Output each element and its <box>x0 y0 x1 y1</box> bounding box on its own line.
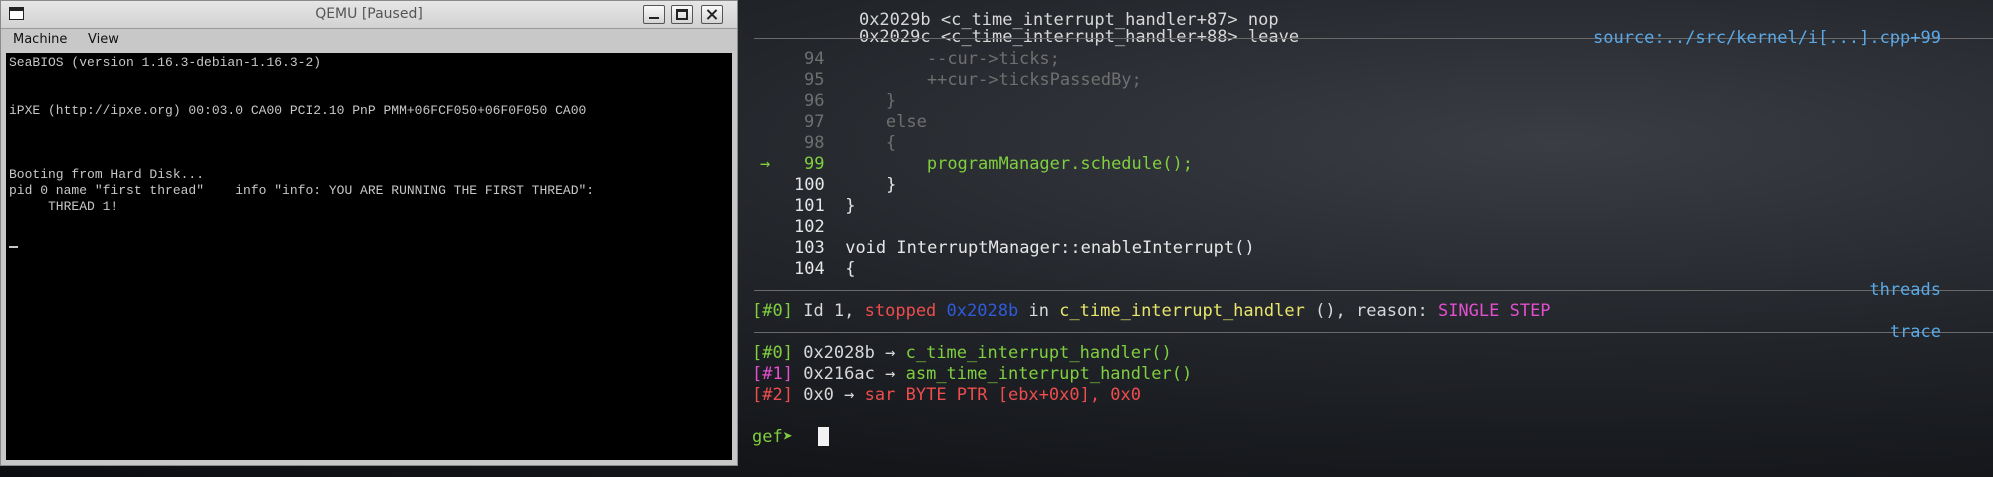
source-line-102: 102 <box>794 217 825 237</box>
thread-state: stopped <box>864 301 937 321</box>
thread-func: c_time_interrupt_handler <box>1059 301 1305 321</box>
screen-cursor <box>9 246 18 248</box>
source-line-101: 101 } <box>794 196 856 216</box>
qemu-menubar: Machine View <box>1 28 737 52</box>
source-line-99-current: 99 programManager.schedule(); <box>804 154 1193 174</box>
qemu-window-title: QEMU [Paused] <box>315 6 423 22</box>
trace-header: trace <box>1889 322 1941 342</box>
threads-header: threads <box>1869 280 1941 300</box>
trace-frame: [#1] 0x216ac → asm_time_interrupt_handle… <box>752 364 1193 384</box>
menu-view[interactable]: View <box>88 32 119 47</box>
source-line-103: 103 void InterruptManager::enableInterru… <box>794 238 1255 258</box>
trace-frame: [#0] 0x2028b → c_time_interrupt_handler(… <box>752 343 1172 363</box>
current-line-arrow-icon: → <box>760 154 771 174</box>
screen-line-seabios: SeaBIOS (version 1.16.3-debian-1.16.3-2) <box>9 55 322 70</box>
source-line-104: 104 { <box>794 259 856 279</box>
source-line-94: 94 --cur->ticks; <box>804 49 1060 69</box>
thread-id: Id 1, <box>803 301 855 321</box>
thread-addr: 0x2028b <box>946 301 1019 321</box>
asm-symbol: <c_time_interrupt_handler+88> <box>940 27 1238 47</box>
trace-frame: [#2] 0x0 → sar BYTE PTR [ebx+0x0], 0x0 <box>752 385 1142 405</box>
screen-line-ipxe: iPXE (http://ipxe.org) 00:03.0 CA00 PCI2… <box>9 103 587 118</box>
threads-divider <box>754 290 1993 291</box>
trace-divider <box>754 332 1993 333</box>
qemu-titlebar[interactable]: QEMU [Paused] <box>1 1 737 29</box>
close-button[interactable] <box>701 5 723 24</box>
source-line-98: 98 { <box>804 133 897 153</box>
screen-line-thread-info: pid 0 name "first thread" info "info: YO… <box>9 183 595 198</box>
terminal-cursor[interactable] <box>818 427 829 446</box>
thread-reason: SINGLE STEP <box>1437 301 1551 321</box>
screen-line-thread-1: THREAD 1! <box>9 199 119 214</box>
menu-machine[interactable]: Machine <box>13 32 67 47</box>
thread-line: [#0] Id 1, stopped 0x2028b in c_time_int… <box>752 301 1551 321</box>
gdb-terminal[interactable]: 0x2029b <c_time_interrupt_handler+87> no… <box>744 0 1993 477</box>
source-line-100: 100 } <box>794 175 897 195</box>
maximize-button[interactable] <box>671 5 693 24</box>
asm-addr: 0x2029c <box>858 27 931 47</box>
source-line-97: 97 else <box>804 112 927 132</box>
minimize-button[interactable] <box>643 5 665 24</box>
gef-prompt: gef➤ <box>752 427 793 447</box>
source-header: source:../src/kernel/i[...].cpp+99 <box>1593 28 1941 48</box>
source-line-96: 96 } <box>804 91 897 111</box>
source-line-95: 95 ++cur->ticksPassedBy; <box>804 70 1142 90</box>
screen-line-boot: Booting from Hard Disk... <box>9 167 205 182</box>
qemu-window[interactable]: QEMU [Paused] Machine View SeaBIOS (vers… <box>0 0 738 466</box>
thread-index: [#0] <box>752 301 793 321</box>
qemu-vga-screen[interactable]: SeaBIOS (version 1.16.3-debian-1.16.3-2)… <box>6 53 732 460</box>
asm-op: leave <box>1247 27 1300 47</box>
